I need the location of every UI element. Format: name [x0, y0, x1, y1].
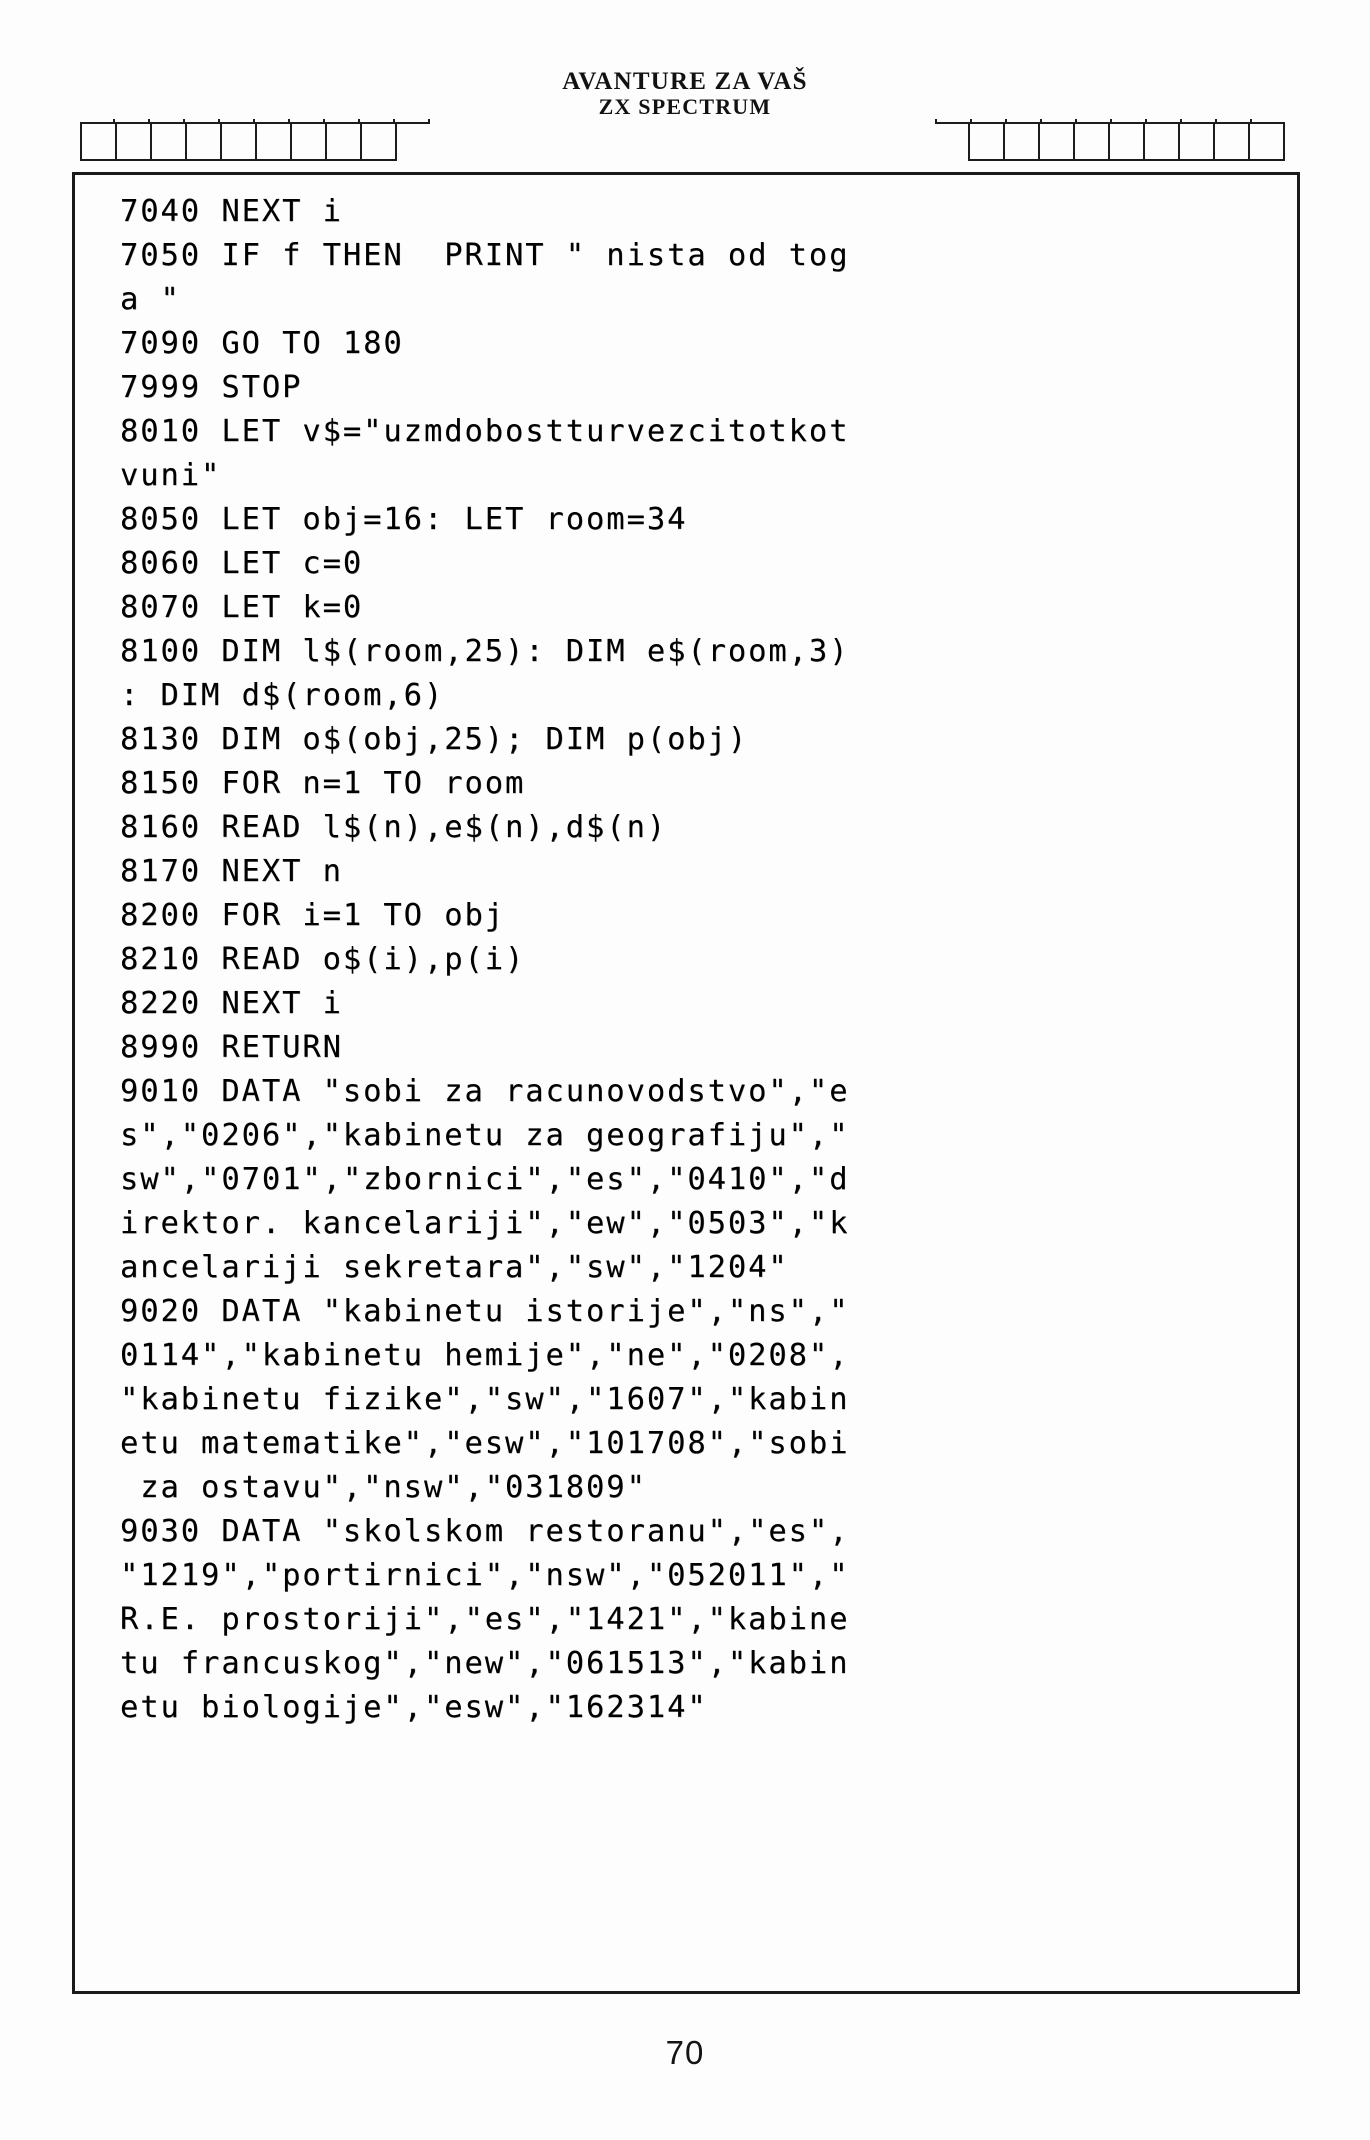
decoration-cell [150, 122, 187, 161]
frame-rule-bottom [72, 1991, 1300, 1994]
code-line: 8010 LET v$="uzmdobostturvezcitotkot [120, 414, 850, 449]
code-line: ancelariji sekretara","sw","1204" [120, 1250, 789, 1285]
code-line: s","0206","kabinetu za geografiju"," [120, 1118, 850, 1153]
code-listing: 7040 NEXT i 7050 IF f THEN PRINT " nista … [120, 190, 1260, 1730]
code-line: 8130 DIM o$(obj,25); DIM p(obj) [120, 722, 749, 757]
decoration-cell [1248, 122, 1285, 161]
code-line: 7050 IF f THEN PRINT " nista od tog [120, 238, 850, 273]
book-title-line1: AVANTURE ZA VAŠ [0, 68, 1370, 95]
book-title: AVANTURE ZA VAŠ ZX SPECTRUM [0, 68, 1370, 119]
decoration-cell [1143, 122, 1180, 161]
code-line: vuni" [120, 458, 222, 493]
frame-rule-left [72, 172, 75, 1994]
decoration-cell [255, 122, 292, 161]
code-line: a " [120, 282, 181, 317]
code-line: irektor. kancelariji","ew","0503","k [120, 1206, 850, 1241]
decoration-cell [968, 122, 1005, 161]
decoration-cell [325, 122, 362, 161]
book-page: AVANTURE ZA VAŠ ZX SPECTRUM 7040 NEXT i7… [0, 0, 1370, 2140]
code-line: 8220 NEXT i [120, 986, 343, 1021]
decoration-cell [80, 122, 117, 161]
book-title-line2: ZX SPECTRUM [0, 95, 1370, 119]
code-line: 9020 DATA "kabinetu istorije","ns"," [120, 1294, 850, 1329]
code-line: 9030 DATA "skolskom restoranu","es", [120, 1514, 850, 1549]
decoration-cell [1108, 122, 1145, 161]
code-line: 7090 GO TO 180 [120, 326, 404, 361]
decoration-cell [1073, 122, 1110, 161]
code-line: 7040 NEXT i [120, 194, 343, 229]
code-line: "kabinetu fizike","sw","1607","kabin [120, 1382, 850, 1417]
code-line: 9010 DATA "sobi za racunovodstvo","e [120, 1074, 850, 1109]
code-line: 8100 DIM l$(room,25): DIM e$(room,3) [120, 634, 850, 669]
frame-rule-right [1297, 172, 1300, 1994]
code-listing-frame: 7040 NEXT i 7050 IF f THEN PRINT " nista … [72, 172, 1300, 1994]
code-line: za ostavu","nsw","031809" [120, 1470, 647, 1505]
header-decoration-left-bottom [80, 122, 397, 161]
code-line: etu matematike","esw","101708","sobi [120, 1426, 850, 1461]
code-line: 8170 NEXT n [120, 854, 343, 889]
header-decoration-right-bottom [968, 122, 1285, 161]
frame-rule-top [72, 172, 1300, 175]
decoration-cell [115, 122, 152, 161]
decoration-cell [1003, 122, 1040, 161]
decoration-cell [1178, 122, 1215, 161]
code-line: 8150 FOR n=1 TO room [120, 766, 526, 801]
decoration-cell [1213, 122, 1250, 161]
code-line: 0114","kabinetu hemije","ne","0208", [120, 1338, 850, 1373]
code-line: 8210 READ o$(i),p(i) [120, 942, 526, 977]
code-line: 8050 LET obj=16: LET room=34 [120, 502, 688, 537]
code-line: sw","0701","zbornici","es","0410","d [120, 1162, 850, 1197]
code-line: 7999 STOP [120, 370, 303, 405]
code-line: 8070 LET k=0 [120, 590, 364, 625]
page-number: 70 [665, 2034, 705, 2071]
page-footer: 70 [0, 2034, 1370, 2072]
decoration-cell [1038, 122, 1075, 161]
code-line: 8200 FOR i=1 TO obj [120, 898, 505, 933]
code-line: etu biologije","esw","162314" [120, 1690, 708, 1725]
decoration-cell [290, 122, 327, 161]
code-line: "1219","portirnici","nsw","052011"," [120, 1558, 850, 1593]
decoration-cell [360, 122, 397, 161]
code-line: 8990 RETURN [120, 1030, 343, 1065]
code-line: 8060 LET c=0 [120, 546, 364, 581]
decoration-cell [220, 122, 257, 161]
code-line: R.E. prostoriji","es","1421","kabine [120, 1602, 850, 1637]
page-header: AVANTURE ZA VAŠ ZX SPECTRUM [0, 60, 1370, 161]
code-line: 8160 READ l$(n),e$(n),d$(n) [120, 810, 668, 845]
code-line: tu francuskog","new","061513","kabin [120, 1646, 850, 1681]
decoration-cell [185, 122, 222, 161]
code-line: : DIM d$(room,6) [120, 678, 445, 713]
